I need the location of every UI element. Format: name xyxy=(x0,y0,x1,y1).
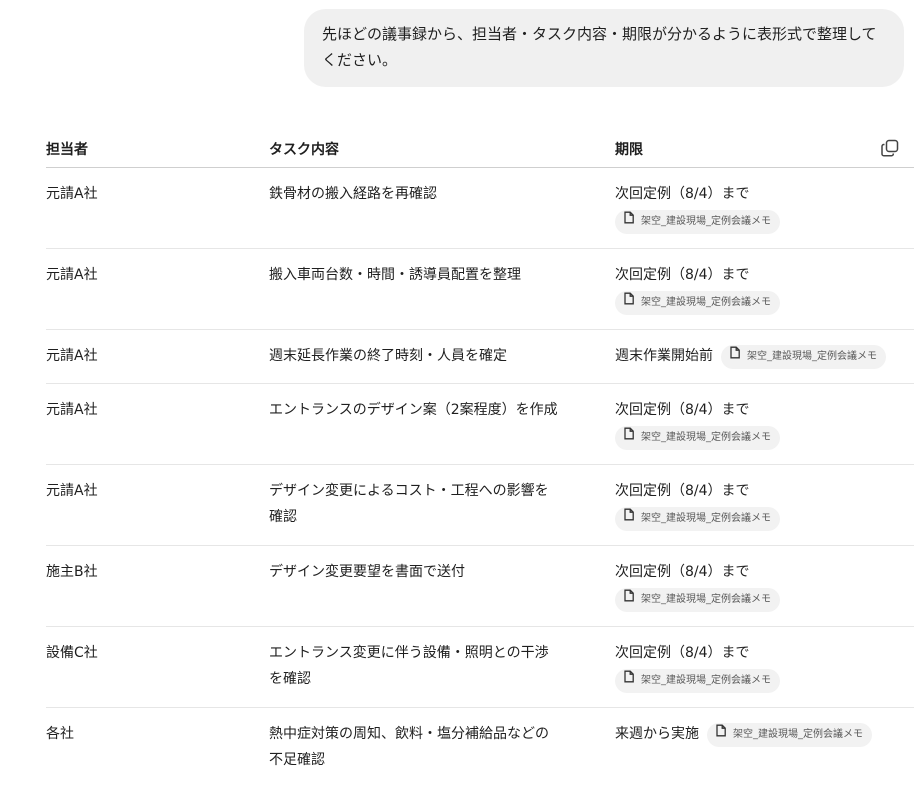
document-icon xyxy=(623,209,635,235)
source-citation-label: 架空_建設現場_定例会議メモ xyxy=(641,675,771,686)
header-deadline: 期限 xyxy=(615,128,914,168)
cell-owner: 設備C社 xyxy=(46,626,269,708)
source-citation-chip[interactable]: 架空_建設現場_定例会議メモ xyxy=(615,588,780,612)
user-message-text: 先ほどの議事録から、担当者・タスク内容・期限が分かるように表形式で整理してくださ… xyxy=(322,25,877,69)
cell-deadline: 次回定例（8/4）まで架空_建設現場_定例会議メモ xyxy=(615,167,914,249)
cell-task: 搬入車両台数・時間・誘導員配置を整理 xyxy=(269,248,615,330)
source-citation-label: 架空_建設現場_定例会議メモ xyxy=(641,513,771,524)
cell-owner: 各社 xyxy=(46,726,74,742)
task-text: 熱中症対策の周知、飲料・塩分補給品などの不足確認 xyxy=(269,726,549,768)
deadline-text: 来週から実施 xyxy=(615,726,699,742)
header-owner: 担当者 xyxy=(46,128,269,168)
task-text: 週末延長作業の終了時刻・人員を確定 xyxy=(269,348,507,364)
deadline-text: 次回定例（8/4）まで xyxy=(615,186,750,202)
cell-task: 鉄骨材の搬入経路を再確認 xyxy=(269,167,615,249)
table-row: 元請A社 エントランスのデザイン案（2案程度）を作成 次回定例（8/4）まで架空_建… xyxy=(46,383,914,465)
source-citation-chip[interactable]: 架空_建設現場_定例会議メモ xyxy=(615,210,780,234)
cell-task: 週末延長作業の終了時刻・人員を確定 xyxy=(269,329,615,384)
cell-deadline: 次回定例（8/4）まで架空_建設現場_定例会議メモ xyxy=(615,626,914,708)
source-citation-chip[interactable]: 架空_建設現場_定例会議メモ xyxy=(615,669,780,693)
task-text: デザイン変更要望を書面で送付 xyxy=(269,564,465,580)
document-icon xyxy=(623,290,635,316)
cell-owner: 元請A社 xyxy=(46,329,269,384)
source-citation-label: 架空_建設現場_定例会議メモ xyxy=(641,216,771,227)
source-citation-chip[interactable]: 架空_建設現場_定例会議メモ xyxy=(615,291,780,315)
cell-deadline: 来週から実施 架空_建設現場_定例会議メモ xyxy=(615,708,914,788)
document-icon xyxy=(623,506,635,532)
source-citation-label: 架空_建設現場_定例会議メモ xyxy=(733,729,863,740)
source-citation-chip[interactable]: 架空_建設現場_定例会議メモ xyxy=(615,426,780,450)
cell-owner: 元請A社 xyxy=(46,383,269,465)
cell-deadline: 週末作業開始前 架空_建設現場_定例会議メモ xyxy=(615,329,914,384)
task-table: 担当者 タスク内容 期限 元請A社 鉄骨材の搬入経路を再確認 次回定例（8/4）まで… xyxy=(46,128,914,787)
cell-task: エントランスのデザイン案（2案程度）を作成 xyxy=(269,383,615,465)
source-citation-label: 架空_建設現場_定例会議メモ xyxy=(641,594,771,605)
task-text: デザイン変更によるコスト・工程への影響を確認 xyxy=(269,483,549,525)
cell-task: 熱中症対策の周知、飲料・塩分補給品などの不足確認 xyxy=(269,708,615,788)
source-citation-label: 架空_建設現場_定例会議メモ xyxy=(641,297,771,308)
source-citation-label: 架空_建設現場_定例会議メモ xyxy=(641,432,771,443)
task-text: エントランスのデザイン案（2案程度）を作成 xyxy=(269,402,558,418)
task-text: 鉄骨材の搬入経路を再確認 xyxy=(269,186,437,202)
source-citation-chip[interactable]: 架空_建設現場_定例会議メモ xyxy=(721,345,886,369)
source-citation-chip[interactable]: 架空_建設現場_定例会議メモ xyxy=(615,507,780,531)
task-table-container: 担当者 タスク内容 期限 元請A社 鉄骨材の搬入経路を再確認 次回定例（8/4）まで… xyxy=(46,128,914,787)
document-icon xyxy=(729,344,741,370)
task-text: エントランス変更に伴う設備・照明との干渉を確認 xyxy=(269,645,549,687)
document-icon xyxy=(623,425,635,451)
cell-deadline: 次回定例（8/4）まで架空_建設現場_定例会議メモ xyxy=(615,545,914,627)
table-row: 施主B社 デザイン変更要望を書面で送付 次回定例（8/4）まで架空_建設現場_定例会… xyxy=(46,545,914,627)
user-message-bubble: 先ほどの議事録から、担当者・タスク内容・期限が分かるように表形式で整理してくださ… xyxy=(304,9,904,87)
table-row: 設備C社 エントランス変更に伴う設備・照明との干渉を確認 次回定例（8/4）まで架空… xyxy=(46,626,914,708)
cell-deadline: 次回定例（8/4）まで架空_建設現場_定例会議メモ xyxy=(615,248,914,330)
table-row: 元請A社 搬入車両台数・時間・誘導員配置を整理 次回定例（8/4）まで架空_建設現場… xyxy=(46,248,914,330)
cell-owner: 元請A社 xyxy=(46,167,269,249)
source-citation-label: 架空_建設現場_定例会議メモ xyxy=(747,351,877,362)
source-citation-chip[interactable]: 架空_建設現場_定例会議メモ xyxy=(707,723,872,747)
document-icon xyxy=(715,722,727,748)
deadline-text: 週末作業開始前 xyxy=(615,348,713,364)
table-row: 元請A社 鉄骨材の搬入経路を再確認 次回定例（8/4）まで架空_建設現場_定例会議メ… xyxy=(46,167,914,249)
table-row: 各社 熱中症対策の周知、飲料・塩分補給品などの不足確認 来週から実施 架空_建設現場_… xyxy=(46,708,914,788)
document-icon xyxy=(623,587,635,613)
document-icon xyxy=(623,668,635,694)
table-row: 元請A社 デザイン変更によるコスト・工程への影響を確認 次回定例（8/4）まで架空_… xyxy=(46,464,914,546)
cell-deadline: 次回定例（8/4）まで架空_建設現場_定例会議メモ xyxy=(615,383,914,465)
deadline-text: 次回定例（8/4）まで xyxy=(615,645,750,661)
deadline-text: 次回定例（8/4）まで xyxy=(615,267,750,283)
cell-task: エントランス変更に伴う設備・照明との干渉を確認 xyxy=(269,626,615,708)
task-text: 搬入車両台数・時間・誘導員配置を整理 xyxy=(269,267,521,283)
cell-owner: 施主B社 xyxy=(46,545,269,627)
deadline-text: 次回定例（8/4）まで xyxy=(615,483,750,499)
deadline-text: 次回定例（8/4）まで xyxy=(615,402,750,418)
cell-task: デザイン変更によるコスト・工程への影響を確認 xyxy=(269,464,615,546)
cell-deadline: 次回定例（8/4）まで架空_建設現場_定例会議メモ xyxy=(615,464,914,546)
copy-icon[interactable] xyxy=(880,138,900,158)
table-row: 元請A社 週末延長作業の終了時刻・人員を確定 週末作業開始前 架空_建設現場_定例会議… xyxy=(46,329,914,384)
header-task: タスク内容 xyxy=(269,128,615,168)
cell-owner: 元請A社 xyxy=(46,248,269,330)
cell-owner: 元請A社 xyxy=(46,464,269,546)
cell-task: デザイン変更要望を書面で送付 xyxy=(269,545,615,627)
deadline-text: 次回定例（8/4）まで xyxy=(615,564,750,580)
table-header-row: 担当者 タスク内容 期限 xyxy=(46,128,914,168)
